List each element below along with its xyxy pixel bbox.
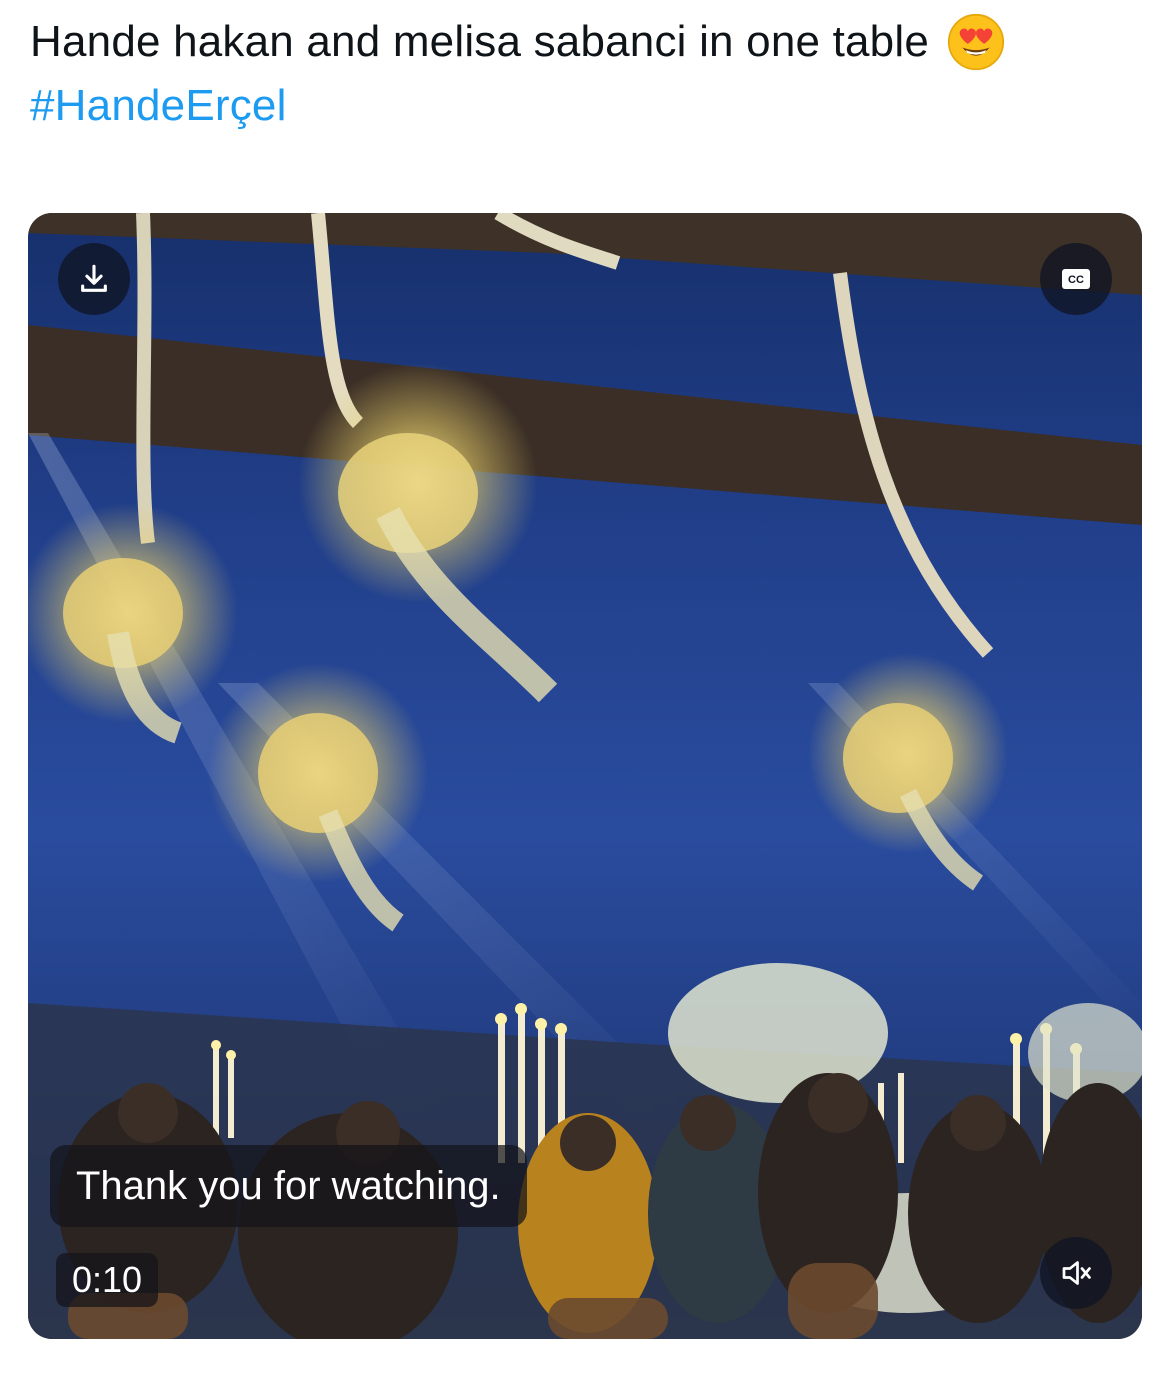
tweet-body: Hande hakan and melisa sabanci in one ta… [30, 17, 929, 66]
muted-speaker-icon [1062, 1261, 1091, 1285]
closed-captions-button[interactable]: CC [1040, 243, 1112, 315]
closed-captions-icon: CC [1062, 269, 1090, 289]
elapsed-time: 0:10 [56, 1253, 159, 1307]
unmute-button[interactable] [1040, 1237, 1112, 1309]
download-button[interactable] [58, 243, 130, 315]
cc-label: CC [1068, 274, 1084, 286]
download-icon [81, 264, 107, 292]
video-caption: Thank you for watching. [50, 1145, 527, 1227]
tweet-hashtag-line: #HandeErçel [30, 74, 1150, 138]
tweet-text-line: Hande hakan and melisa sabanci in one ta… [30, 10, 1150, 74]
heart-eyes-emoji-icon [947, 13, 1005, 71]
tweet-text: Hande hakan and melisa sabanci in one ta… [30, 10, 1150, 138]
hashtag-link[interactable]: #HandeErçel [30, 74, 287, 138]
video-player[interactable]: CC Thank you for watching. 0:10 [28, 213, 1142, 1339]
